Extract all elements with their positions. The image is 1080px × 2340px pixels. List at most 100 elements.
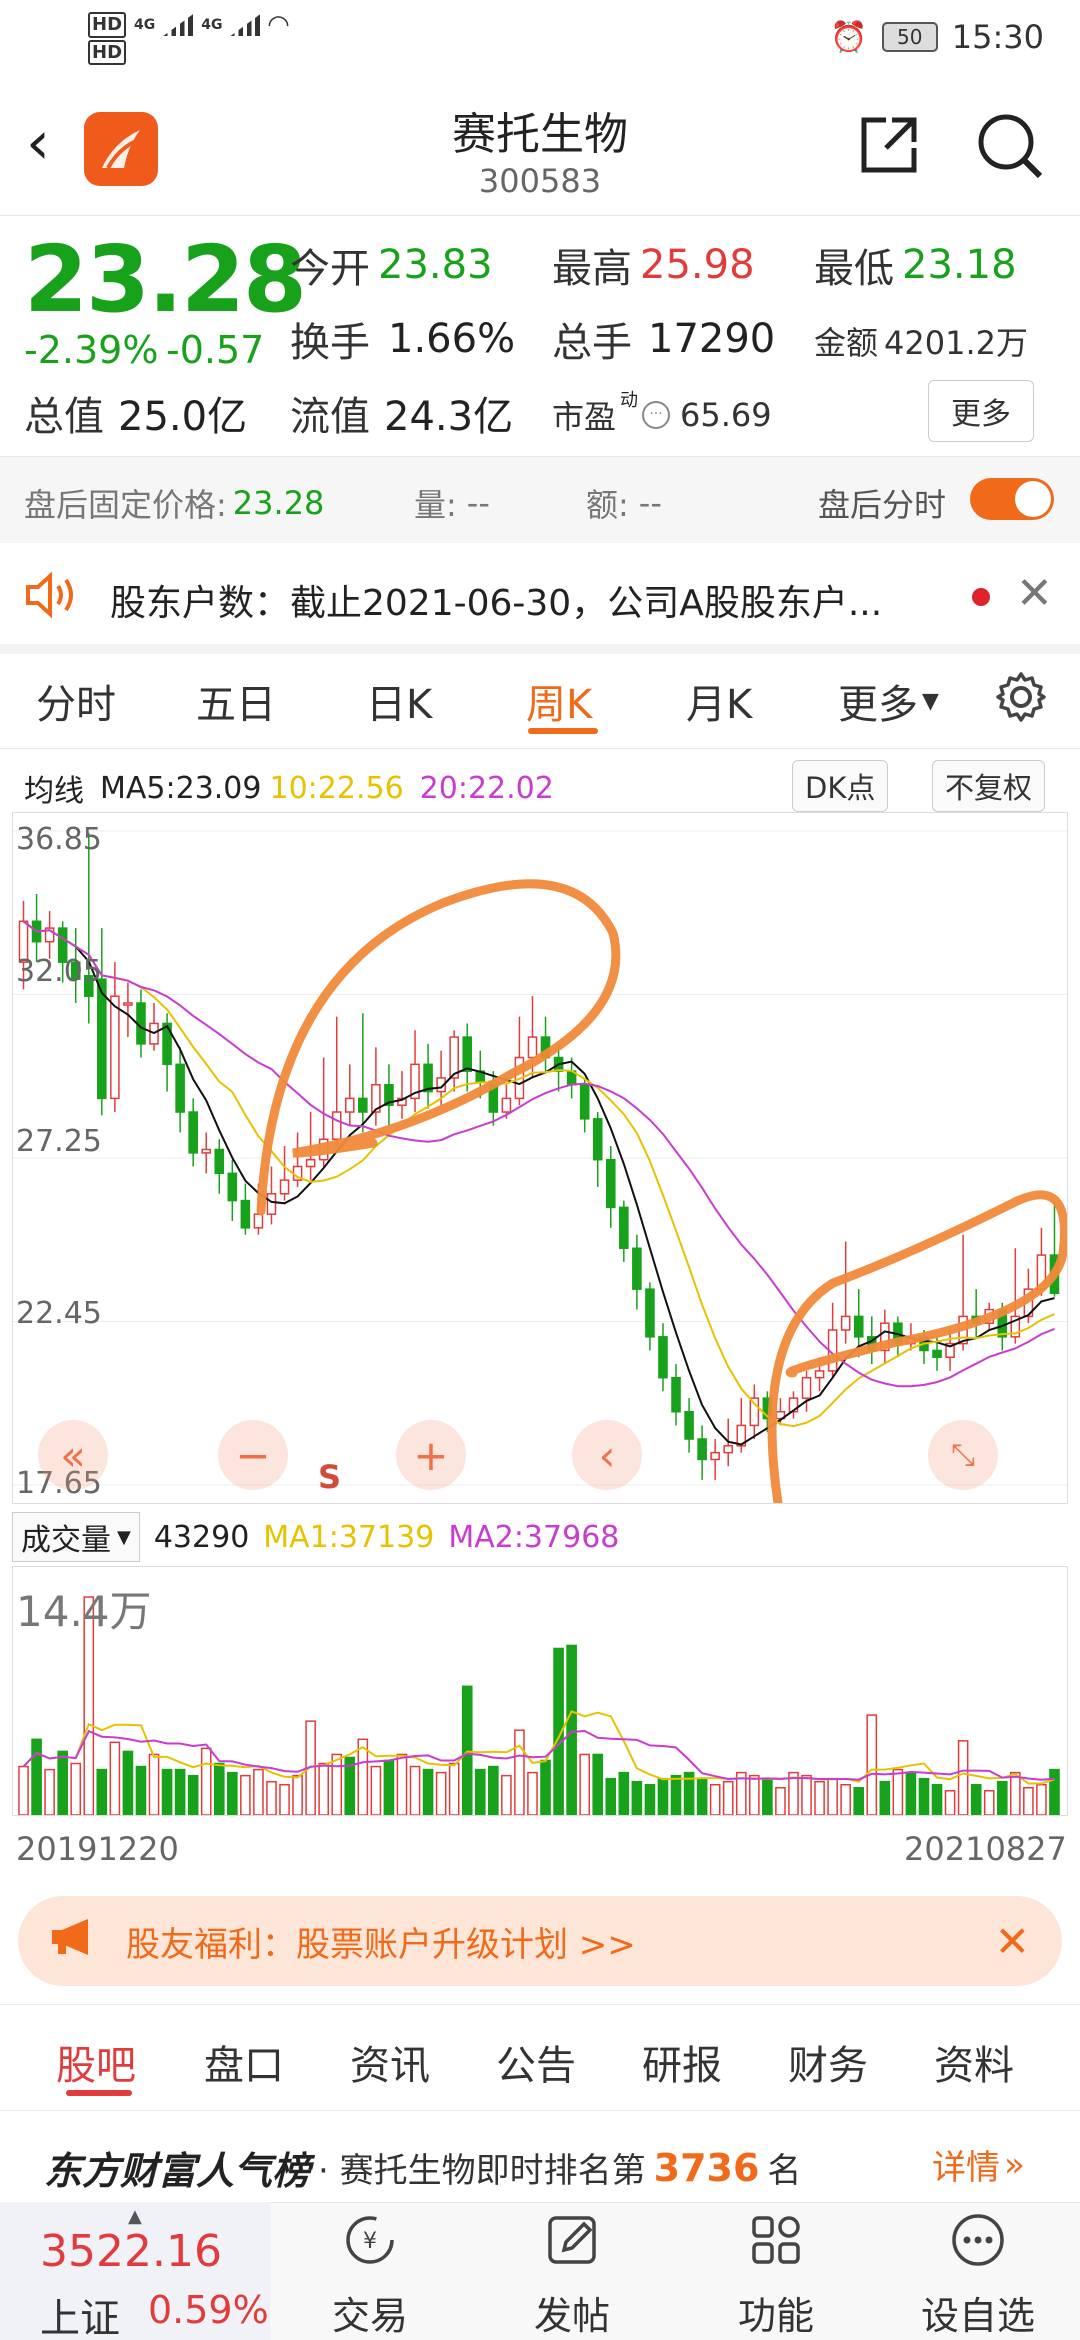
volume-selector[interactable]: 成交量 ▼ bbox=[12, 1512, 140, 1562]
nav-trade[interactable]: ¥ 交易 bbox=[290, 2210, 450, 2340]
volume-bar bbox=[135, 1765, 147, 1816]
candle-up bbox=[266, 1193, 277, 1215]
turnover-value: 1.66% bbox=[388, 316, 516, 362]
candle-down bbox=[579, 1084, 590, 1120]
candle-up bbox=[801, 1376, 812, 1399]
after-hours-price: 盘后固定价格: 23.28 bbox=[24, 484, 325, 524]
settings-icon[interactable] bbox=[994, 670, 1048, 728]
volume-bar bbox=[618, 1771, 630, 1816]
dropdown-arrow-icon: ▼ bbox=[117, 1526, 131, 1548]
tab-news[interactable]: 资讯 bbox=[350, 2033, 430, 2091]
volume-bar bbox=[331, 1753, 343, 1816]
candle-up bbox=[840, 1315, 851, 1331]
annotation-circle bbox=[767, 1190, 1069, 1508]
volume-bar bbox=[579, 1753, 590, 1816]
tab-daily-k[interactable]: 日K bbox=[366, 672, 432, 730]
tab-monthly-k[interactable]: 月K bbox=[686, 672, 752, 730]
kline-chart[interactable] bbox=[12, 812, 1069, 1508]
zoom-out-icon[interactable]: − bbox=[218, 1420, 288, 1490]
candle-down bbox=[175, 1063, 185, 1113]
volume-bar bbox=[357, 1738, 369, 1816]
promo-banner[interactable]: 股友福利：股票账户升级计划 >> ✕ bbox=[18, 1896, 1062, 1986]
popularity-rank[interactable]: 东方财富人气榜 · 赛托生物即时排名第 3736 名 bbox=[44, 2140, 801, 2195]
volume-bar bbox=[213, 1762, 225, 1816]
svg-text:¥: ¥ bbox=[363, 2229, 377, 2254]
more-dots-icon bbox=[952, 2214, 1004, 2266]
candle-down bbox=[853, 1315, 864, 1338]
ma5-legend: MA5:23.09 bbox=[100, 770, 262, 806]
network-indicator: HD 4G 4G ◠ HD bbox=[88, 12, 288, 65]
after-hours-toggle[interactable] bbox=[970, 478, 1054, 520]
volume-bar bbox=[722, 1780, 734, 1816]
tab-announcements[interactable]: 公告 bbox=[496, 2033, 576, 2091]
share-icon[interactable] bbox=[858, 114, 920, 180]
dk-point-button[interactable]: DK点 bbox=[792, 760, 889, 812]
nav-post[interactable]: 发帖 bbox=[492, 2210, 652, 2340]
tab-five-day[interactable]: 五日 bbox=[196, 672, 276, 730]
vol-ma1-legend: MA1:37139 bbox=[263, 1519, 435, 1555]
search-icon[interactable] bbox=[974, 110, 1046, 186]
prev-icon[interactable]: ‹ bbox=[572, 1420, 642, 1490]
tab-pankou[interactable]: 盘口 bbox=[204, 2033, 284, 2091]
status-bar: HD 4G 4G ◠ HD ⏰ 50 15:30 bbox=[0, 0, 1080, 80]
after-hours-amount: 额: -- bbox=[586, 484, 662, 524]
tab-more[interactable]: 更多 ▼ bbox=[838, 672, 939, 730]
megaphone-icon bbox=[48, 1917, 98, 1966]
tab-weekly-k[interactable]: 周K bbox=[526, 672, 592, 730]
volume-bar bbox=[409, 1765, 421, 1816]
fullscreen-icon[interactable]: ⤡ bbox=[928, 1420, 998, 1490]
volume-bar bbox=[905, 1771, 917, 1816]
nav-add-watchlist[interactable]: 设自选 bbox=[898, 2210, 1058, 2340]
volume-bar bbox=[1036, 1783, 1047, 1816]
tab-research[interactable]: 研报 bbox=[642, 2033, 722, 2091]
candle-up bbox=[344, 1097, 355, 1113]
zoom-in-icon[interactable]: + bbox=[396, 1420, 466, 1490]
candle-up bbox=[710, 1451, 720, 1461]
nav-functions[interactable]: 功能 bbox=[696, 2210, 856, 2340]
open-value: 23.83 bbox=[378, 242, 493, 288]
chevron-up-icon: ▲ bbox=[128, 2206, 142, 2227]
volume-bar bbox=[696, 1777, 708, 1816]
close-icon[interactable]: ✕ bbox=[1016, 568, 1053, 619]
volume-chart[interactable] bbox=[12, 1566, 1068, 1816]
ma10-legend: 10:22.56 bbox=[269, 770, 404, 806]
signal-icon bbox=[163, 14, 194, 36]
tab-intraday[interactable]: 分时 bbox=[36, 672, 116, 730]
ma5-line bbox=[22, 920, 1055, 1446]
volume-bar bbox=[749, 1774, 760, 1816]
volume-bar bbox=[1049, 1768, 1060, 1816]
pe-value: 65.69 bbox=[680, 396, 772, 434]
more-button[interactable]: 更多 bbox=[928, 380, 1034, 442]
close-banner-icon[interactable]: ✕ bbox=[995, 1917, 1030, 1966]
y-tick-label: 27.25 bbox=[16, 1124, 102, 1159]
adjust-button[interactable]: 不复权 bbox=[932, 760, 1046, 812]
volume-bar bbox=[161, 1768, 173, 1816]
dropdown-arrow-icon: ▼ bbox=[922, 688, 939, 714]
volume-bar bbox=[670, 1774, 682, 1816]
volume-bar bbox=[474, 1768, 486, 1816]
candle-down bbox=[240, 1199, 251, 1229]
signal-icon-2 bbox=[230, 14, 261, 36]
volume-bar bbox=[957, 1740, 969, 1816]
volume-bar bbox=[253, 1768, 264, 1816]
tab-guba[interactable]: 股吧 bbox=[56, 2033, 136, 2091]
volume-bar bbox=[866, 1714, 878, 1816]
x-start-label: 20191220 bbox=[16, 1830, 179, 1868]
low-field: 最低 23.18 bbox=[814, 242, 1017, 292]
volume-bar bbox=[1023, 1787, 1034, 1816]
volume-bar bbox=[292, 1774, 303, 1816]
clock: 15:30 bbox=[951, 18, 1044, 56]
tab-profile[interactable]: 资料 bbox=[934, 2033, 1014, 2091]
candle-up bbox=[110, 995, 120, 1100]
volume-bar bbox=[840, 1783, 851, 1816]
volume-value: 43290 bbox=[153, 1519, 250, 1555]
tab-finance[interactable]: 财务 bbox=[788, 2033, 868, 2091]
notice-text[interactable]: 股东户数：截止2021-06-30，公司A股股东户... bbox=[110, 574, 882, 626]
rank-detail-link[interactable]: 详情» bbox=[932, 2140, 1025, 2189]
rewind-icon[interactable]: « bbox=[38, 1420, 108, 1490]
volume-bar bbox=[96, 1768, 108, 1816]
volume-bar bbox=[266, 1780, 277, 1816]
banner-text: 股友福利：股票账户升级计划 >> bbox=[126, 1924, 636, 1965]
alarm-icon: ⏰ bbox=[830, 19, 868, 55]
index-name: 上证 bbox=[40, 2296, 120, 2340]
